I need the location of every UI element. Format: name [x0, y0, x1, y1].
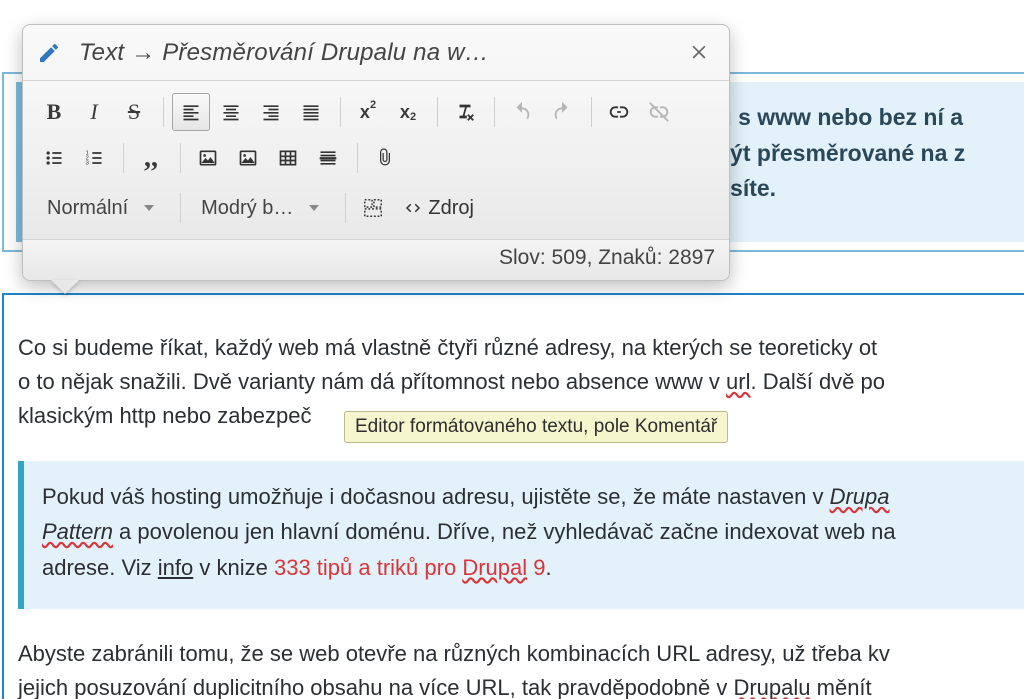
ckeditor-panel: Text → Přesměrování Drupalu na w… B I S	[22, 24, 730, 281]
bq-line3b: v knize	[193, 555, 274, 580]
ckeditor-title: Text → Přesměrování Drupalu na w…	[79, 39, 683, 67]
p1-line1: Co si budeme říkat, každý web má vlastně…	[18, 335, 877, 360]
format-combo[interactable]: Normální	[35, 189, 162, 227]
svg-text:3: 3	[86, 161, 89, 167]
bq-pattern-italic: Pattern	[42, 519, 113, 544]
redo-button[interactable]	[543, 93, 581, 131]
show-blocks-button[interactable]	[354, 189, 392, 227]
pencil-icon	[37, 41, 61, 65]
align-left-button[interactable]	[172, 93, 210, 131]
p2-line2b: měnít	[811, 675, 872, 699]
bulleted-list-button[interactable]	[35, 139, 73, 177]
close-icon[interactable]	[683, 33, 715, 72]
bq-drupal-italic: Drupa	[830, 484, 890, 509]
bq-dot: .	[545, 555, 551, 580]
style-combo[interactable]: Modrý b…	[189, 189, 327, 227]
bq-link-tail[interactable]: 9	[527, 555, 545, 580]
separator	[163, 97, 164, 127]
spell-url: url	[726, 369, 750, 394]
source-button-label: Zdroj	[428, 197, 474, 220]
align-center-button[interactable]	[212, 93, 250, 131]
toolbar-row-2: 123 ,,	[29, 135, 723, 181]
status-words-label: Slov	[499, 246, 540, 269]
style-combo-label: Modrý b…	[201, 197, 293, 220]
p1-line2b: . Další dvě po	[750, 369, 885, 394]
attach-button[interactable]	[366, 139, 404, 177]
separator	[345, 193, 346, 223]
chevron-down-icon	[309, 205, 319, 211]
chevron-down-icon	[144, 205, 154, 211]
body-editable-frame[interactable]: Co si budeme říkat, každý web má vlastně…	[2, 293, 1024, 699]
status-words: 509	[552, 246, 587, 269]
status-chars: 2897	[668, 246, 715, 269]
separator	[180, 143, 181, 173]
tooltip-field-name: Editor formátovaného textu, pole Komentá…	[344, 411, 728, 443]
link-button[interactable]	[600, 93, 638, 131]
table-button[interactable]	[269, 139, 307, 177]
source-button[interactable]: Zdroj	[394, 189, 484, 227]
status-chars-label: Znaků	[598, 246, 656, 269]
ckeditor-toolbar: B I S x2 x2	[23, 81, 729, 239]
p1-line3: klasickým http nebo zabezpeč	[18, 403, 312, 428]
separator	[180, 193, 181, 223]
spell-drupalu: Drupalu	[733, 675, 810, 699]
bq-line2b: a povolenou jen hlavní doménu. Dříve, ne…	[113, 519, 896, 544]
horizontal-rule-button[interactable]	[309, 139, 347, 177]
separator	[591, 97, 592, 127]
p2-line2a: jejich posuzování duplicitního obsahu na…	[18, 675, 733, 699]
ckeditor-status: Slov: 509, Znaků: 2897	[23, 239, 729, 280]
blockquote-button[interactable]: ,,	[132, 139, 170, 177]
undo-button[interactable]	[503, 93, 541, 131]
remove-format-button[interactable]	[446, 93, 484, 131]
format-combo-label: Normální	[47, 197, 128, 220]
body-blockquote[interactable]: Pokud váš hosting umožňuje i dočasnou ad…	[18, 461, 1024, 609]
separator	[123, 143, 124, 173]
toolbar-row-1: B I S x2 x2	[29, 89, 723, 135]
panel-tail-icon	[51, 280, 79, 294]
bq-line3a: adrese. Viz	[42, 555, 158, 580]
ckeditor-titlebar[interactable]: Text → Přesměrování Drupalu na w…	[23, 25, 729, 81]
bq-line1a: Pokud váš hosting umožňuje i dočasnou ad…	[42, 484, 830, 509]
separator	[494, 97, 495, 127]
unlink-button[interactable]	[640, 93, 678, 131]
paragraph-2[interactable]: Abyste zabránili tomu, že se web otevře …	[18, 637, 1024, 699]
image2-button[interactable]	[229, 139, 267, 177]
bq-link-drupal[interactable]: Drupal	[462, 555, 527, 580]
image-button[interactable]	[189, 139, 227, 177]
bq-info: info	[158, 555, 193, 580]
numbered-list-button[interactable]: 123	[75, 139, 113, 177]
align-justify-button[interactable]	[292, 93, 330, 131]
strike-button[interactable]: S	[115, 93, 153, 131]
separator	[357, 143, 358, 173]
subscript-button[interactable]: x2	[389, 93, 427, 131]
p1-line2a: o to nějak snažili. Dvě varianty nám dá …	[18, 369, 726, 394]
bold-button[interactable]: B	[35, 93, 73, 131]
italic-button[interactable]: I	[75, 93, 113, 131]
p2-line1: Abyste zabránili tomu, že se web otevře …	[18, 641, 890, 666]
toolbar-row-3: Normální Modrý b… Zdroj	[29, 181, 723, 237]
bq-link-333[interactable]: 333 tipů a triků pro	[274, 555, 462, 580]
superscript-button[interactable]: x2	[349, 93, 387, 131]
align-right-button[interactable]	[252, 93, 290, 131]
separator	[340, 97, 341, 127]
separator	[437, 97, 438, 127]
